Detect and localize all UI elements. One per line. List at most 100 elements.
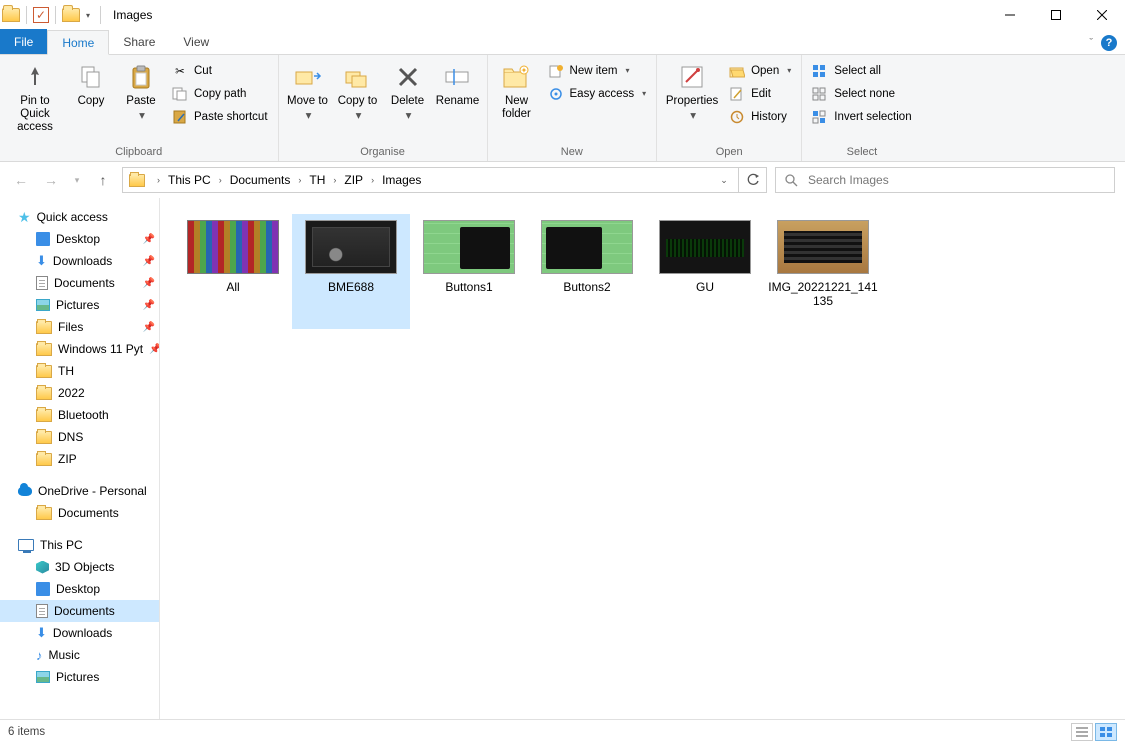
minimize-button[interactable]: [987, 0, 1033, 30]
tree-pc-item[interactable]: Documents: [0, 600, 159, 622]
breadcrumb-root-caret[interactable]: ›: [151, 175, 166, 185]
tree-this-pc[interactable]: This PC: [0, 534, 159, 556]
search-input[interactable]: [806, 172, 1114, 188]
tree-quick-item[interactable]: DNS: [0, 426, 159, 448]
tree-onedrive-item[interactable]: Documents: [0, 502, 159, 524]
file-item[interactable]: GU: [646, 214, 764, 329]
copy-path-button[interactable]: Copy path: [168, 82, 272, 105]
back-button[interactable]: ←: [10, 169, 32, 191]
maximize-button[interactable]: [1033, 0, 1079, 30]
tab-share[interactable]: Share: [109, 29, 169, 54]
file-thumbnail: [423, 220, 515, 274]
tree-pc-item[interactable]: Pictures: [0, 666, 159, 688]
copy-button[interactable]: Copy: [68, 57, 114, 144]
file-name: Buttons1: [445, 280, 492, 294]
pin-icon: 📌: [143, 256, 155, 267]
breadcrumb-item[interactable]: Images: [380, 168, 423, 192]
file-name: GU: [696, 280, 714, 294]
paste-shortcut-button[interactable]: Paste shortcut: [168, 105, 272, 128]
tree-quick-item[interactable]: Bluetooth: [0, 404, 159, 426]
recent-locations-button[interactable]: ▾: [70, 169, 84, 191]
collapse-ribbon-icon[interactable]: ˇ: [1089, 37, 1093, 49]
breadcrumb-item[interactable]: This PC: [166, 168, 213, 192]
tree-quick-item[interactable]: 2022: [0, 382, 159, 404]
file-name: IMG_20221221_141135: [768, 280, 878, 308]
details-view-button[interactable]: [1071, 723, 1093, 741]
pin-icon: 📌: [149, 344, 159, 355]
thumbnails-view-button[interactable]: [1095, 723, 1117, 741]
tree-onedrive[interactable]: OneDrive - Personal: [0, 480, 159, 502]
tree-quick-item[interactable]: Windows 11 Pyt📌: [0, 338, 159, 360]
paste-button[interactable]: Paste ▾: [118, 57, 164, 144]
file-item[interactable]: Buttons1: [410, 214, 528, 329]
breadcrumb-item[interactable]: Documents: [228, 168, 293, 192]
moveto-icon: [292, 61, 324, 93]
copypath-icon: [172, 86, 188, 102]
copyto-icon: [342, 61, 374, 93]
new-folder-button[interactable]: ✦ New folder: [494, 57, 540, 144]
pin-icon: [19, 61, 51, 93]
file-thumbnail: [659, 220, 751, 274]
pin-quick-access-button[interactable]: Pin to Quick access: [6, 57, 64, 144]
tree-item-label: Documents: [54, 276, 115, 290]
edit-button[interactable]: Edit: [725, 82, 795, 105]
tree-item-label: Bluetooth: [58, 408, 109, 422]
app-icon[interactable]: [2, 8, 20, 22]
refresh-button[interactable]: [739, 167, 767, 193]
tree-quick-item[interactable]: ⬇Downloads📌: [0, 250, 159, 272]
tree-pc-item[interactable]: Desktop: [0, 578, 159, 600]
tree-quick-item[interactable]: Files📌: [0, 316, 159, 338]
navigation-pane[interactable]: ★Quick accessDesktop📌⬇Downloads📌Document…: [0, 198, 160, 719]
tree-quick-item[interactable]: Pictures📌: [0, 294, 159, 316]
breadcrumb-item[interactable]: ZIP: [342, 168, 365, 192]
status-bar: 6 items: [0, 719, 1125, 743]
delete-button[interactable]: Delete▾: [385, 57, 431, 144]
tree-pc-item[interactable]: 3D Objects: [0, 556, 159, 578]
tree-quick-access[interactable]: ★Quick access: [0, 206, 159, 228]
close-button[interactable]: [1079, 0, 1125, 30]
tab-home[interactable]: Home: [47, 30, 109, 55]
up-button[interactable]: ↑: [92, 169, 114, 191]
qat-customize-caret[interactable]: ▾: [82, 11, 94, 20]
tree-quick-item[interactable]: ZIP: [0, 448, 159, 470]
new-item-button[interactable]: New item▾: [544, 59, 651, 82]
tree-quick-item[interactable]: TH: [0, 360, 159, 382]
tree-item-label: Quick access: [37, 210, 108, 224]
copy-to-button[interactable]: Copy to▾: [335, 57, 381, 144]
breadcrumb-item[interactable]: TH: [307, 168, 327, 192]
tab-file[interactable]: File: [0, 29, 47, 54]
file-item[interactable]: BME688: [292, 214, 410, 329]
address-bar[interactable]: › This PC› Documents› TH› ZIP› Images ⌄: [122, 167, 739, 193]
move-to-button[interactable]: Move to▾: [285, 57, 331, 144]
history-button[interactable]: History: [725, 105, 795, 128]
help-icon[interactable]: ?: [1101, 35, 1117, 51]
qat-newfolder-icon[interactable]: [62, 8, 80, 22]
address-history-caret[interactable]: ⌄: [710, 175, 738, 186]
properties-icon: [676, 61, 708, 93]
file-list[interactable]: AllBME688 Buttons1 Buttons2 GU IMG_20221221_…: [160, 198, 1125, 719]
select-all-button[interactable]: Select all: [808, 59, 915, 82]
forward-button[interactable]: →: [40, 169, 62, 191]
tree-item-label: Downloads: [53, 254, 112, 268]
properties-button[interactable]: Properties▾: [663, 57, 721, 144]
tab-view[interactable]: View: [169, 29, 223, 54]
cut-button[interactable]: ✂Cut: [168, 59, 272, 82]
tree-pc-item[interactable]: ⬇Downloads: [0, 622, 159, 644]
file-item[interactable]: IMG_20221221_141135: [764, 214, 882, 329]
tree-pc-item[interactable]: ♪Music: [0, 644, 159, 666]
tree-quick-item[interactable]: Desktop📌: [0, 228, 159, 250]
open-icon: [729, 63, 745, 79]
invert-selection-button[interactable]: Invert selection: [808, 105, 915, 128]
select-none-button[interactable]: Select none: [808, 82, 915, 105]
group-label-clipboard: Clipboard: [6, 144, 272, 161]
ribbon-tabs: File Home Share View ˇ ?: [0, 30, 1125, 55]
qat-properties-icon[interactable]: ✓: [33, 7, 49, 23]
search-box[interactable]: [775, 167, 1115, 193]
tree-quick-item[interactable]: Documents📌: [0, 272, 159, 294]
open-button[interactable]: Open▾: [725, 59, 795, 82]
rename-button[interactable]: Rename: [435, 57, 481, 144]
easy-access-button[interactable]: Easy access▾: [544, 82, 651, 105]
group-select: Select all Select none Invert selection …: [802, 55, 921, 161]
file-item[interactable]: Buttons2: [528, 214, 646, 329]
file-item[interactable]: All: [174, 214, 292, 329]
